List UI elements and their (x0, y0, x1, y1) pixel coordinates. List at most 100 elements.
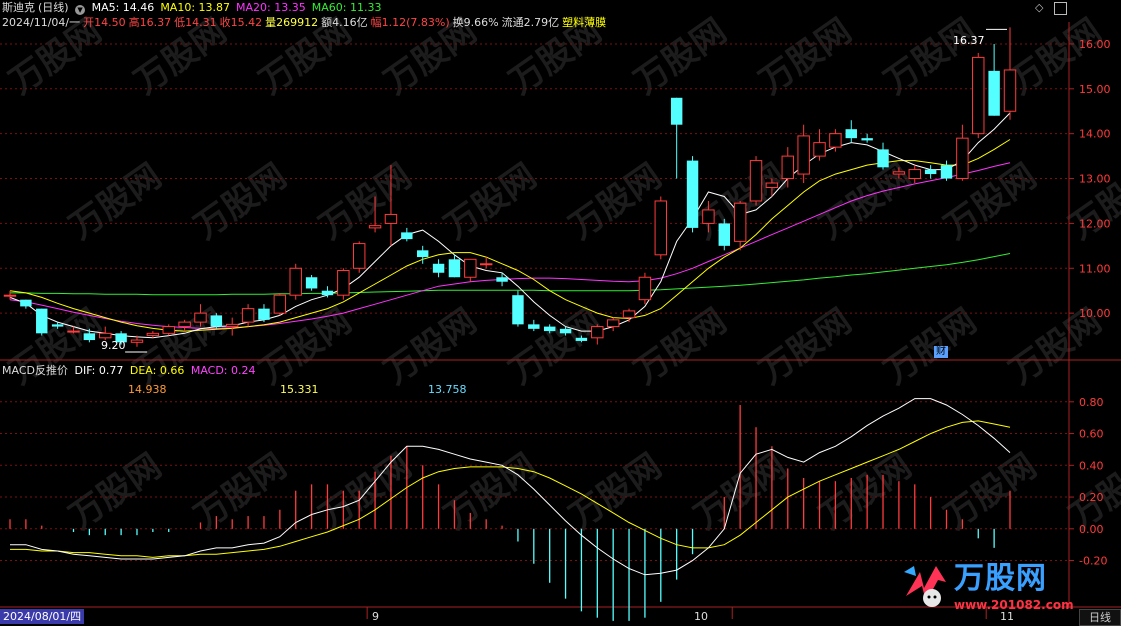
watermark-text: 万股网 (127, 301, 233, 392)
stock-name[interactable]: 斯迪克 (2, 1, 35, 14)
brand-mascot-icon (904, 566, 946, 607)
candle-body (337, 270, 350, 296)
macd-inverse-price-3: 13.758 (428, 383, 467, 396)
month-label-9: 9 (372, 610, 379, 623)
dropdown-icon[interactable]: ▼ (75, 5, 86, 15)
period-button[interactable]: 日线 (1079, 609, 1121, 626)
ohlc-info-row: 2024/11/04/一 开14.50 高16.37 低14.31 收15.42 量269… (2, 16, 609, 30)
candle-body (956, 137, 969, 180)
candle-body (845, 129, 857, 139)
low-price-label: 9.20 (101, 339, 126, 352)
candle-body (83, 333, 96, 341)
kline-chart[interactable]: 万股网 万股网 万股网 万股网 万股网 万股网 万股网 万股网 万股网万股网 万股网 万股网 万股网万… (0, 0, 1121, 625)
ohlc-item: 收15.42 (219, 16, 263, 29)
candle-body (512, 295, 524, 325)
macd-tick-label: 0.20 (1079, 491, 1104, 504)
watermark-text: 万股网 (627, 301, 733, 392)
diamond-icon[interactable]: ◇ (1035, 1, 1043, 15)
candle-body (638, 276, 652, 301)
macd-inverse-price-1: 14.938 (128, 383, 167, 396)
brand-logo: 万股网 www.201082.com (902, 561, 1074, 614)
candle-body (36, 308, 48, 334)
candle-body (543, 326, 556, 332)
candle-body (146, 332, 160, 337)
candle-body (528, 324, 540, 329)
candle-body (241, 308, 255, 323)
dif-label: DIF: 0.77 (74, 364, 124, 377)
price-tick-label: 12.00 (1079, 217, 1111, 230)
period-label: (日线) (38, 1, 69, 14)
header-row-1: 斯迪克 (日线) ▼ MA5: 14.46 MA10: 13.87 MA20: 13.… (2, 1, 390, 15)
macd-tick-label: 0.80 (1079, 396, 1104, 409)
candle-body (464, 258, 477, 278)
ma-legend-item: MA5: 14.46 (91, 1, 155, 14)
candle-body (797, 135, 810, 175)
price-tick-label: 10.00 (1079, 307, 1111, 320)
finance-badge[interactable]: 财 (934, 346, 948, 358)
watermark-text: 万股网 (562, 156, 668, 247)
candle-body (416, 250, 429, 258)
candle-body (20, 299, 32, 307)
macd-title[interactable]: MACD反推价 (2, 364, 68, 377)
ma-legend-item: MA60: 11.33 (311, 1, 382, 14)
watermark-text: 万股网 (187, 446, 293, 537)
candle-body (877, 149, 889, 168)
watermark-text: 万股网 (812, 156, 918, 247)
candle-body (3, 294, 17, 297)
candle-body (130, 339, 144, 343)
candle-body (401, 232, 413, 240)
ohlc-item: 幅1.12(7.83%) (370, 16, 450, 29)
month-label-10: 10 (694, 610, 708, 623)
candle-body (162, 326, 175, 334)
candle-body (99, 332, 112, 339)
price-tick-label: 11.00 (1079, 262, 1111, 275)
brand-name: 万股网 (954, 561, 1047, 596)
watermark-text: 万股网 (437, 446, 543, 537)
candle-body (368, 225, 382, 229)
candle-body (813, 142, 826, 157)
candle-body (686, 160, 699, 228)
candle-body (908, 169, 921, 180)
macd-tick-label: 0.00 (1079, 523, 1104, 536)
watermark-text: 万股网 (1062, 156, 1121, 247)
watermark-text: 万股网 (62, 446, 168, 537)
candle-body (226, 323, 239, 328)
candle-body (781, 155, 794, 180)
macd-tick-label: -0.20 (1079, 555, 1107, 568)
ohlc-item: 高16.37 (128, 16, 172, 29)
watermark-text: 万股网 (437, 156, 543, 247)
high-price-label: 16.37 (953, 34, 985, 47)
ohlc-item: 2024/11/04/一 (2, 16, 81, 29)
price-tick-label: 13.00 (1079, 173, 1111, 186)
candle-body (892, 171, 906, 175)
cursor-date-label: 2024/08/01/四 (0, 609, 85, 624)
candle-body (352, 243, 366, 269)
ma60-line (10, 253, 1011, 296)
maximize-icon[interactable] (1054, 2, 1067, 15)
ma-legend-item: MA10: 13.87 (160, 1, 231, 14)
candle-body (829, 133, 842, 148)
candle-body (448, 259, 461, 278)
ohlc-item: 开14.50 (83, 16, 126, 29)
candle-body (559, 328, 572, 334)
watermark-text: 万股网 (812, 446, 918, 537)
candle-body (479, 263, 493, 266)
macd-header: MACD反推价 DIF: 0.77 DEA: 0.66 MACD: 0.24 (2, 364, 259, 378)
candle-body (289, 267, 302, 296)
watermark-text: 万股网 (62, 156, 168, 247)
candle-body (940, 165, 953, 179)
candle-body (988, 70, 1000, 116)
watermark-text: 万股网 (937, 156, 1043, 247)
candle-body (702, 209, 715, 224)
watermark-text: 万股网 (187, 156, 293, 247)
candle-body (861, 138, 873, 141)
candle-body (273, 294, 287, 314)
dea-label: DEA: 0.66 (129, 364, 185, 377)
candle-body (432, 263, 445, 273)
candle-body (194, 312, 207, 323)
candle-body (258, 308, 270, 320)
candle-body (733, 202, 747, 242)
candle-body (606, 319, 620, 328)
candle-body (384, 213, 398, 224)
candle-body (321, 290, 334, 296)
